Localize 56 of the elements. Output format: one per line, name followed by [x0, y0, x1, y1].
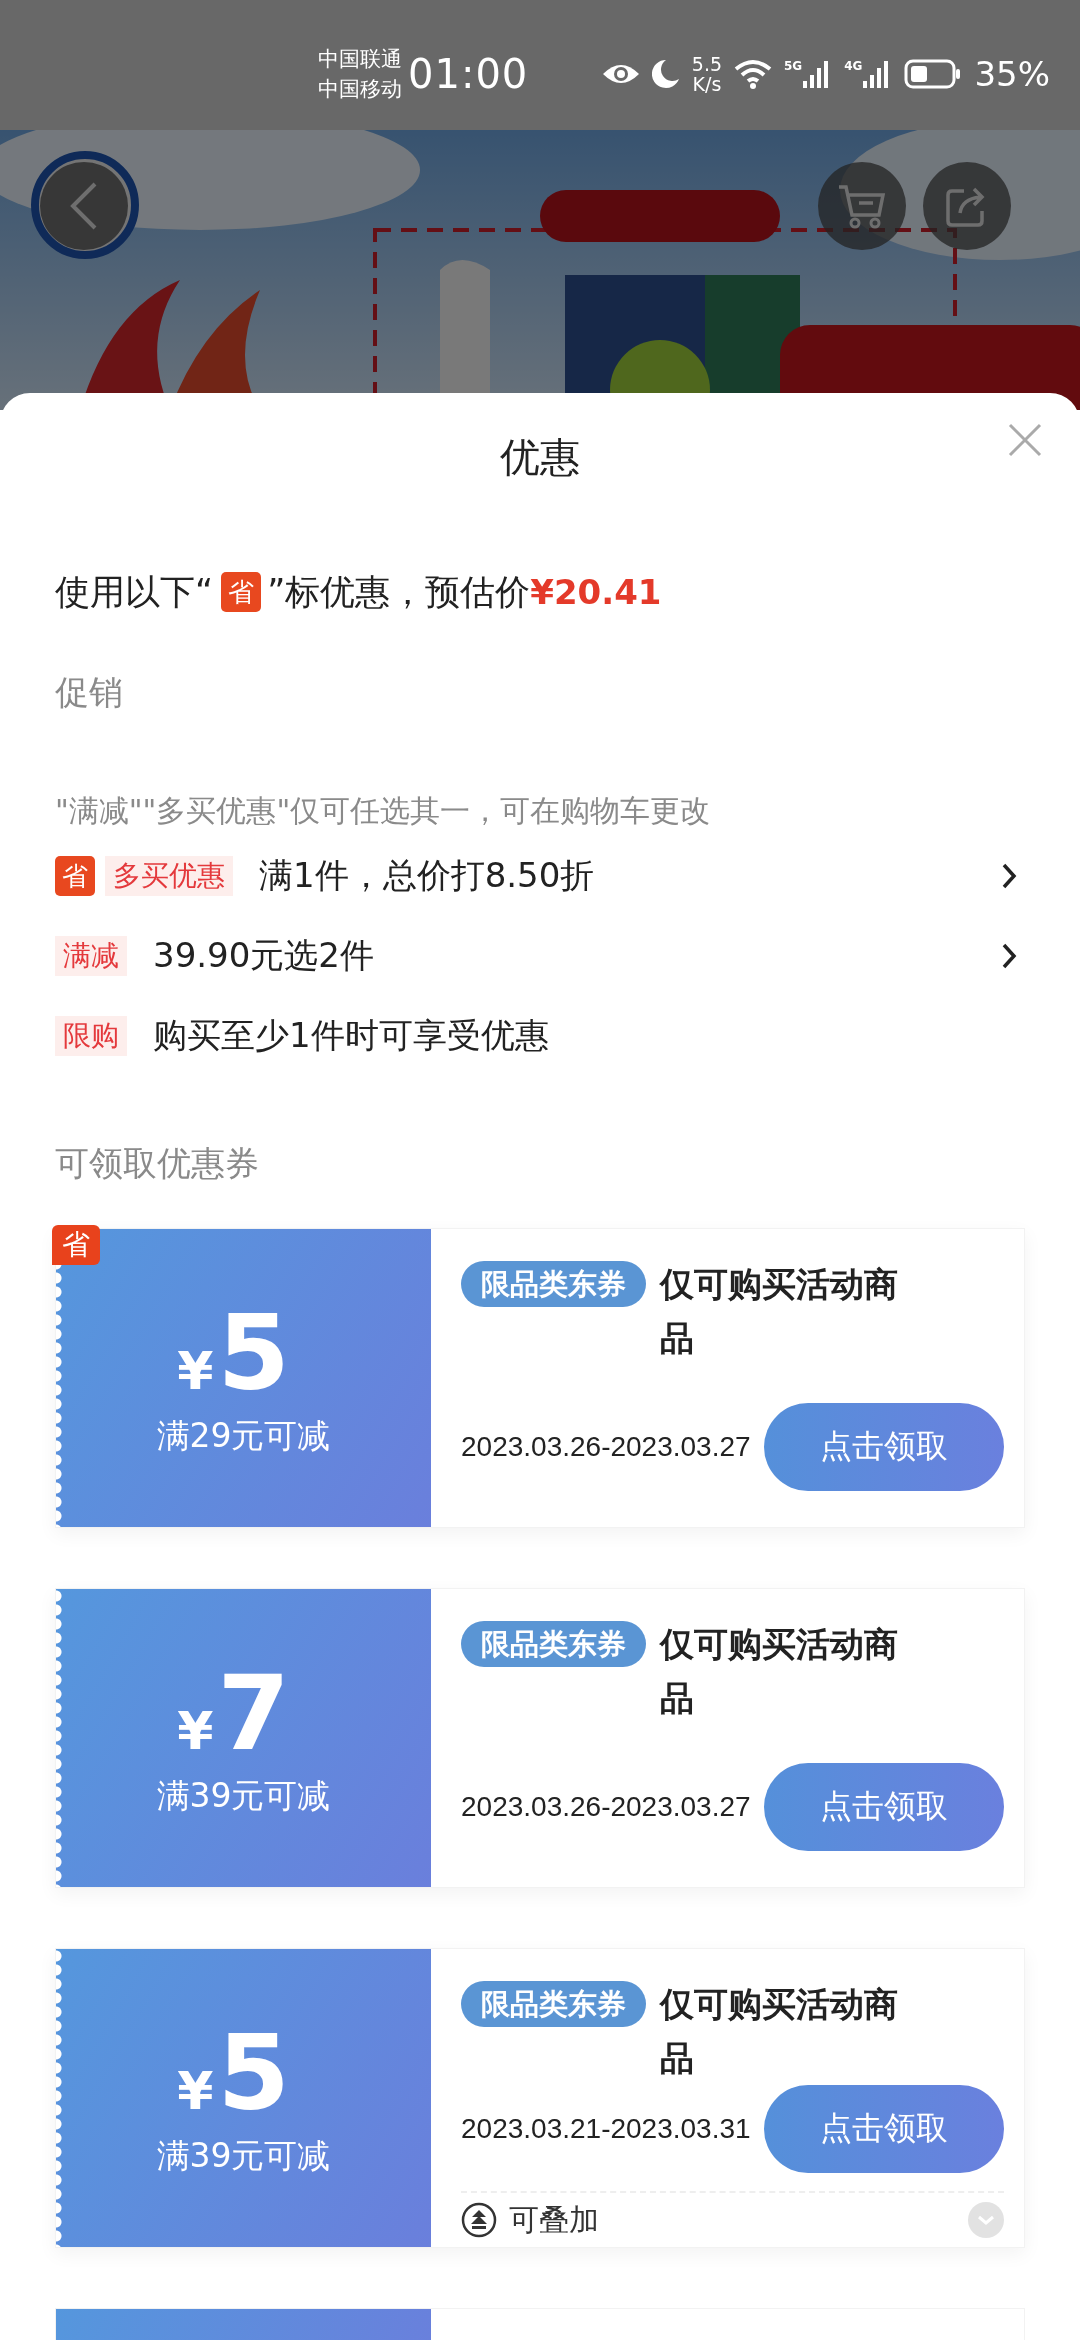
- battery-percent: 35%: [974, 54, 1050, 94]
- network-type: 4G: [844, 59, 863, 73]
- chevron-right-icon[interactable]: [1001, 942, 1017, 970]
- promo-tag: 满减: [55, 936, 127, 976]
- network-speed-unit: K/s: [692, 74, 722, 94]
- claim-button[interactable]: 点击领取: [764, 1403, 1004, 1491]
- battery-icon: [904, 59, 963, 89]
- currency-symbol: ¥: [177, 1340, 214, 1401]
- save-badge: 省: [55, 856, 95, 896]
- promo-text: 39.90元选2件: [153, 934, 374, 977]
- carrier-name: 中国移动: [318, 76, 402, 103]
- stackable-label: 可叠加: [509, 2200, 599, 2239]
- clock-time: 01:00: [408, 51, 529, 97]
- claim-button[interactable]: 点击领取: [764, 2085, 1004, 2173]
- network-speed: 5.5: [691, 54, 722, 74]
- coupon-title: 仅可购买活动商品: [660, 1263, 899, 1360]
- coupon-dates: 2023.03.26-2023.03.27: [461, 1431, 751, 1463]
- coupon-amount: 5: [217, 2017, 290, 2128]
- intro-text: ”标优惠，预估价: [267, 571, 531, 614]
- promo-tag: 限购: [55, 1016, 127, 1056]
- wifi-icon: [734, 59, 772, 89]
- promo-text: 满1件，总价打8.50折: [259, 854, 595, 897]
- coupon-dates: 2023.03.26-2023.03.27: [461, 1791, 751, 1823]
- network-type: 5G: [784, 59, 803, 73]
- chevron-right-icon[interactable]: [1001, 862, 1017, 890]
- currency-symbol: ¥: [177, 2060, 214, 2121]
- coupon-amount: 5: [217, 1297, 290, 1408]
- coupon-tag: 限品类东券: [461, 1621, 646, 1667]
- section-heading: 可领取优惠券: [55, 1142, 260, 1185]
- promo-tag: 多买优惠: [105, 856, 233, 896]
- sheet-title: 优惠: [499, 433, 581, 482]
- promo-text: 购买至少1件时可享受优惠: [153, 1014, 549, 1057]
- coupon-condition: 满39元可减: [156, 1774, 331, 1817]
- coupon-tag: 限品类东券: [461, 1981, 646, 2027]
- promo-note: "满减""多买优惠"仅可任选其一，可在购物车更改: [55, 792, 712, 830]
- coupon-amount: 7: [217, 1657, 290, 1768]
- save-badge: 省: [221, 572, 262, 612]
- coupon-condition: 满39元可减: [156, 2134, 331, 2177]
- coupon-dates: 2023.03.21-2023.03.31: [461, 2113, 751, 2145]
- coupon-title: 仅可购买活动商品: [660, 1623, 899, 1720]
- eye-icon: [601, 62, 640, 86]
- currency-symbol: ¥: [177, 1700, 214, 1761]
- coupon-title: 仅可购买活动商品: [660, 1983, 899, 2080]
- back-icon: [69, 181, 99, 231]
- close-icon[interactable]: [1008, 423, 1042, 457]
- save-badge: 省: [52, 1225, 100, 1265]
- coupon-condition: 满29元可减: [156, 1414, 331, 1457]
- section-heading: 促销: [55, 671, 124, 714]
- coupon-tag: 限品类东券: [461, 1261, 646, 1307]
- cart-icon: [837, 183, 887, 229]
- claim-button[interactable]: 点击领取: [764, 1763, 1004, 1851]
- carrier-name: 中国联通: [318, 46, 402, 73]
- estimated-price: ¥20.41: [530, 571, 662, 614]
- moon-icon: [651, 59, 680, 89]
- stack-icon: [461, 2202, 497, 2238]
- intro-text: 使用以下“: [55, 571, 214, 614]
